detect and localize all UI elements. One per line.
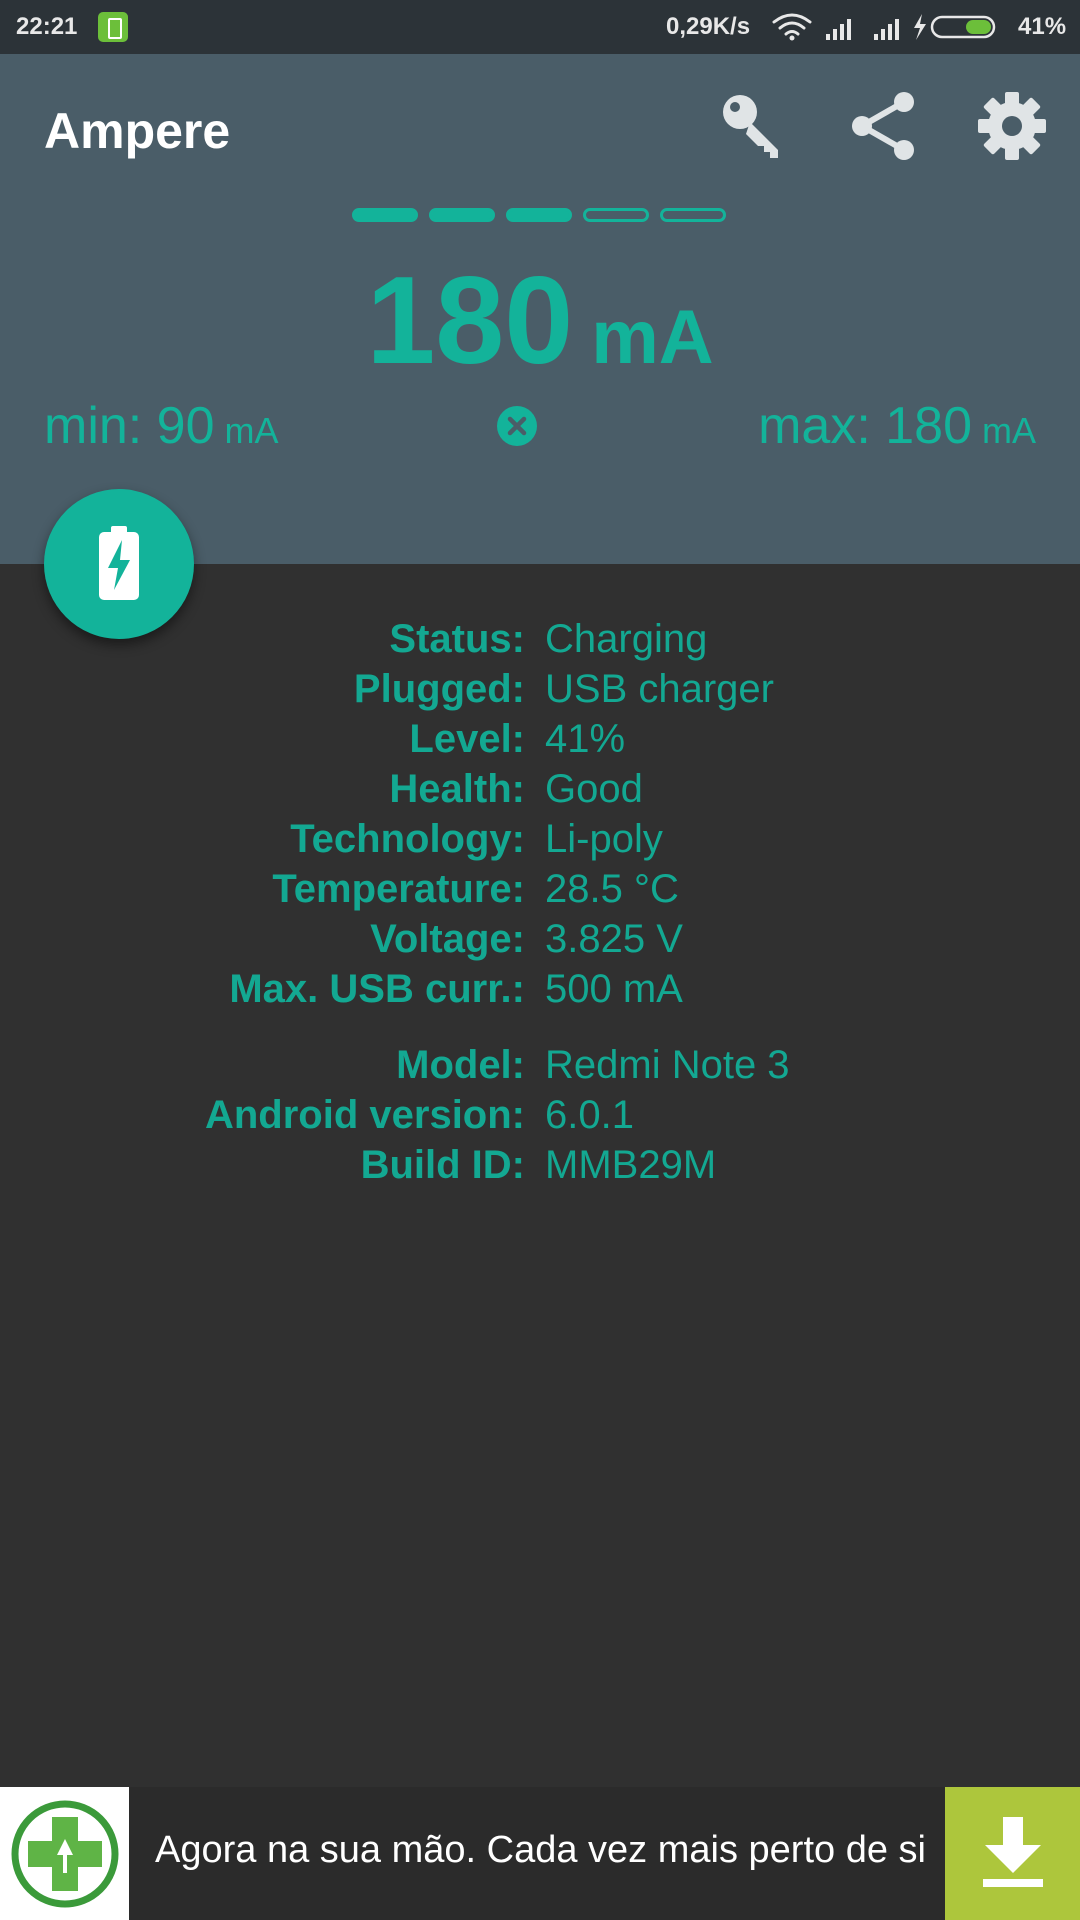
battery-info-list: Status: Charging Plugged: USB charger Level:… — [0, 614, 1080, 1190]
ad-text[interactable]: Agora na sua mão. Cada vez mais perto de… — [155, 1829, 926, 1872]
info-row: Max. USB curr.: 500 mA — [0, 964, 1080, 1014]
ad-banner[interactable]: Agora na sua mão. Cada vez mais perto de… — [0, 1787, 1080, 1920]
pharmacy-cross-icon — [11, 1800, 119, 1908]
info-row: Level: 41% — [0, 714, 1080, 764]
max-unit: mA — [982, 410, 1036, 451]
settings-icon[interactable] — [976, 90, 1048, 167]
info-row: Android version: 6.0.1 — [0, 1090, 1080, 1140]
info-label: Health: — [389, 766, 525, 811]
signal-icon — [826, 19, 851, 40]
min-reading: min: 90 mA — [44, 396, 279, 456]
current-reading: 180 mA — [0, 250, 1080, 392]
current-level-indicator — [352, 208, 726, 222]
info-row: Technology: Li-poly — [0, 814, 1080, 864]
info-label: Model: — [396, 1042, 525, 1087]
info-value: 6.0.1 — [545, 1092, 634, 1137]
current-unit: mA — [591, 295, 714, 380]
info-value: 41% — [545, 716, 626, 761]
signal-icon-2 — [874, 19, 899, 40]
info-label: Voltage: — [370, 916, 525, 961]
info-row: Plugged: USB charger — [0, 664, 1080, 714]
min-value: min: 90 — [44, 397, 215, 455]
status-bar: 22:21 0,29K/s 41% — [0, 0, 1080, 54]
level-segment — [429, 208, 495, 222]
reset-icon — [507, 416, 527, 436]
current-value: 180 — [366, 252, 574, 390]
level-segment — [352, 208, 418, 222]
max-reading: max: 180 mA — [758, 396, 1036, 456]
info-value: USB charger — [545, 666, 774, 711]
info-value: 500 mA — [545, 966, 683, 1011]
info-label: Status: — [389, 616, 525, 661]
info-row: Status: Charging — [0, 614, 1080, 664]
ad-download-button[interactable] — [945, 1787, 1080, 1920]
key-icon[interactable] — [718, 90, 790, 167]
info-label: Technology: — [290, 816, 525, 861]
info-label: Android version: — [204, 1092, 525, 1137]
info-label: Level: — [409, 716, 525, 761]
charging-bolt-icon — [914, 14, 926, 40]
status-time: 22:21 — [16, 13, 78, 40]
wifi-icon — [772, 13, 812, 36]
status-icons — [772, 12, 1012, 49]
battery-percentage: 41% — [1018, 13, 1067, 40]
info-label: Plugged: — [353, 666, 525, 711]
header-panel: Ampere 180 mA min: 90 mA max: 180 mA — [0, 54, 1080, 564]
min-unit: mA — [224, 410, 279, 451]
info-value: Good — [545, 766, 643, 811]
network-speed: 0,29K/s — [666, 13, 751, 40]
app-title: Ampere — [44, 103, 231, 159]
info-value: Li-poly — [545, 816, 663, 861]
max-value: max: 180 — [758, 397, 972, 455]
level-segment — [660, 208, 726, 222]
info-row: Build ID: MMB29M — [0, 1140, 1080, 1190]
info-value: Redmi Note 3 — [545, 1042, 790, 1087]
info-label: Max. USB curr.: — [229, 966, 525, 1011]
share-icon[interactable] — [848, 90, 920, 167]
info-label: Temperature: — [272, 866, 525, 911]
battery-notification-icon — [98, 12, 128, 42]
info-label: Build ID: — [360, 1142, 525, 1187]
reset-minmax-button[interactable] — [497, 406, 537, 446]
info-value: MMB29M — [545, 1142, 717, 1187]
level-segment — [506, 208, 572, 222]
ad-logo[interactable] — [0, 1787, 129, 1920]
download-icon — [983, 1817, 1043, 1887]
info-value: Charging — [545, 616, 708, 661]
info-row: Model: Redmi Note 3 — [0, 1040, 1080, 1090]
info-value: 28.5 °C — [545, 866, 679, 911]
info-row: Voltage: 3.825 V — [0, 914, 1080, 964]
level-segment — [583, 208, 649, 222]
info-value: 3.825 V — [545, 916, 683, 961]
info-row: Temperature: 28.5 °C — [0, 864, 1080, 914]
battery-charging-icon — [99, 526, 139, 600]
info-row: Health: Good — [0, 764, 1080, 814]
